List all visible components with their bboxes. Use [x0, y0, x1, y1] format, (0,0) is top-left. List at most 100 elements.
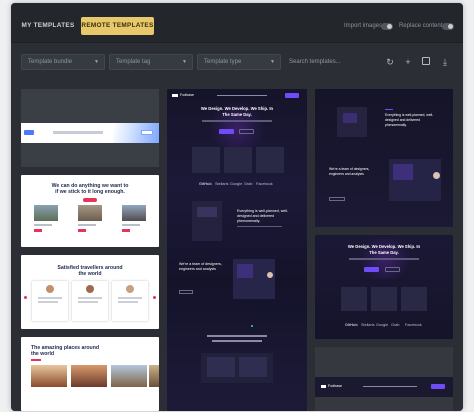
feature-card [224, 147, 252, 173]
accent-dot [251, 325, 253, 327]
section-text: Everything is well-planned, well- [237, 209, 289, 213]
template-card[interactable] [21, 89, 159, 167]
section-title: the world [31, 351, 55, 357]
section-text: phenomenally. [237, 219, 261, 223]
avatar [267, 272, 273, 278]
card-image [122, 205, 146, 221]
template-card-dark[interactable]: Everything is well-planned, well- design… [315, 89, 453, 227]
feature-card [256, 147, 284, 173]
template-grid: We can do anything we want to if we stic… [11, 81, 463, 411]
replace-content-label: Replace content [399, 23, 443, 29]
underline [31, 359, 41, 361]
logo [24, 130, 34, 135]
partner-logo: Google [230, 182, 243, 186]
price-tag [34, 229, 42, 232]
quote-line [118, 301, 138, 303]
section-eyebrow [385, 109, 393, 110]
avatar [433, 172, 440, 179]
logo [321, 385, 326, 388]
chevron-down-icon: ▼ [270, 59, 275, 65]
section-text: We're a team of designers, [179, 262, 222, 266]
template-library-window: MY TEMPLATES REMOTE TEMPLATES Import ima… [11, 3, 463, 411]
mockup-block [237, 264, 253, 278]
template-card-dark[interactable]: We Design. We Develop. We Ship. In The S… [315, 235, 453, 339]
template-card[interactable]: The amazing places around the world [21, 337, 159, 411]
nav-links [217, 95, 267, 96]
template-card[interactable]: Satisfied travellers around the world [21, 255, 159, 329]
card-image [34, 205, 58, 221]
nav-button [431, 384, 445, 389]
hero-text: The Same Day. [369, 250, 399, 255]
refresh-icon[interactable]: ↻ [384, 56, 396, 68]
hero-button [385, 267, 400, 272]
partner-logo: Facebook [405, 323, 422, 327]
quote-line [38, 301, 58, 303]
gallery-block [239, 357, 267, 377]
import-images-toggle[interactable] [381, 23, 393, 30]
section-text: We're a team of designers, [329, 167, 370, 171]
search-input[interactable]: Search templates... [289, 54, 379, 70]
template-card-dark-long[interactable]: Fodbase We Design. We Develop. We Ship. … [167, 89, 307, 411]
download-icon[interactable]: ⤓ [439, 56, 451, 68]
feature-card [401, 287, 427, 311]
brand-name: Fodbase [180, 93, 194, 97]
template-bundle-value: Template bundle [28, 59, 73, 65]
mockup-block [197, 207, 217, 217]
caption [34, 224, 52, 226]
price-tag [78, 229, 86, 232]
section-text: Everything is well-planned, well- [385, 113, 434, 117]
tab-remote-templates[interactable]: REMOTE TEMPLATES [81, 17, 154, 35]
hero-button [364, 267, 379, 272]
template-tag-select[interactable]: Template tag ▼ [109, 54, 193, 70]
partner-logo: Google [376, 323, 389, 327]
quote-line [78, 297, 102, 299]
partner-logo: GitHub [345, 323, 358, 327]
brand-name: Fodbase [328, 384, 342, 388]
section-text: designed and delivered [237, 214, 275, 218]
price-tag [122, 229, 130, 232]
section-text: engineers and analysts [179, 267, 216, 271]
replace-content-toggle[interactable] [442, 23, 454, 30]
template-bundle-select[interactable]: Template bundle ▼ [21, 54, 105, 70]
hero-text: if we stick to it long enough. [55, 189, 125, 195]
section-subtext [237, 226, 282, 227]
section-heading [212, 340, 262, 342]
mockup-block [393, 164, 413, 180]
header-button [141, 130, 153, 135]
hero-button [219, 129, 234, 134]
section-button [329, 197, 345, 201]
tab-my-templates[interactable]: MY TEMPLATES [21, 17, 75, 35]
hero-subtext [202, 120, 272, 122]
quote-line [78, 301, 98, 303]
template-type-value: Template type [204, 59, 242, 65]
plus-icon[interactable]: + [402, 56, 414, 68]
template-type-select[interactable]: Template type ▼ [197, 54, 281, 70]
section-heading [207, 335, 267, 337]
partner-logo: Stellaris [361, 323, 375, 327]
template-card[interactable]: We can do anything we want to if we stic… [21, 175, 159, 247]
place-image [111, 365, 147, 387]
hero-button [239, 129, 254, 134]
hero-text: The Same Day. [222, 112, 252, 117]
section-text: designed and delivered [385, 118, 421, 122]
avatar [126, 285, 134, 293]
section-text: phenomenally. [385, 123, 407, 127]
caption [122, 224, 140, 226]
section-title: the world [78, 271, 102, 277]
avatar [46, 285, 54, 293]
place-image [71, 365, 107, 387]
import-images-label: Import images [344, 23, 383, 29]
place-image [149, 365, 159, 387]
chevron-down-icon: ▼ [94, 59, 99, 65]
partner-logo: GitHub [199, 182, 212, 186]
mockup-block [343, 113, 357, 123]
nav-links [53, 131, 103, 134]
avatar [86, 285, 94, 293]
template-tag-value: Template tag [116, 59, 151, 65]
quote-line [38, 297, 62, 299]
save-icon[interactable] [422, 57, 430, 65]
nav-button [285, 93, 299, 98]
template-card[interactable]: Fodbase [315, 347, 453, 411]
hero-text: We Design. We Develop. We Ship. In [347, 244, 421, 249]
partner-logo: Grab [244, 182, 253, 186]
